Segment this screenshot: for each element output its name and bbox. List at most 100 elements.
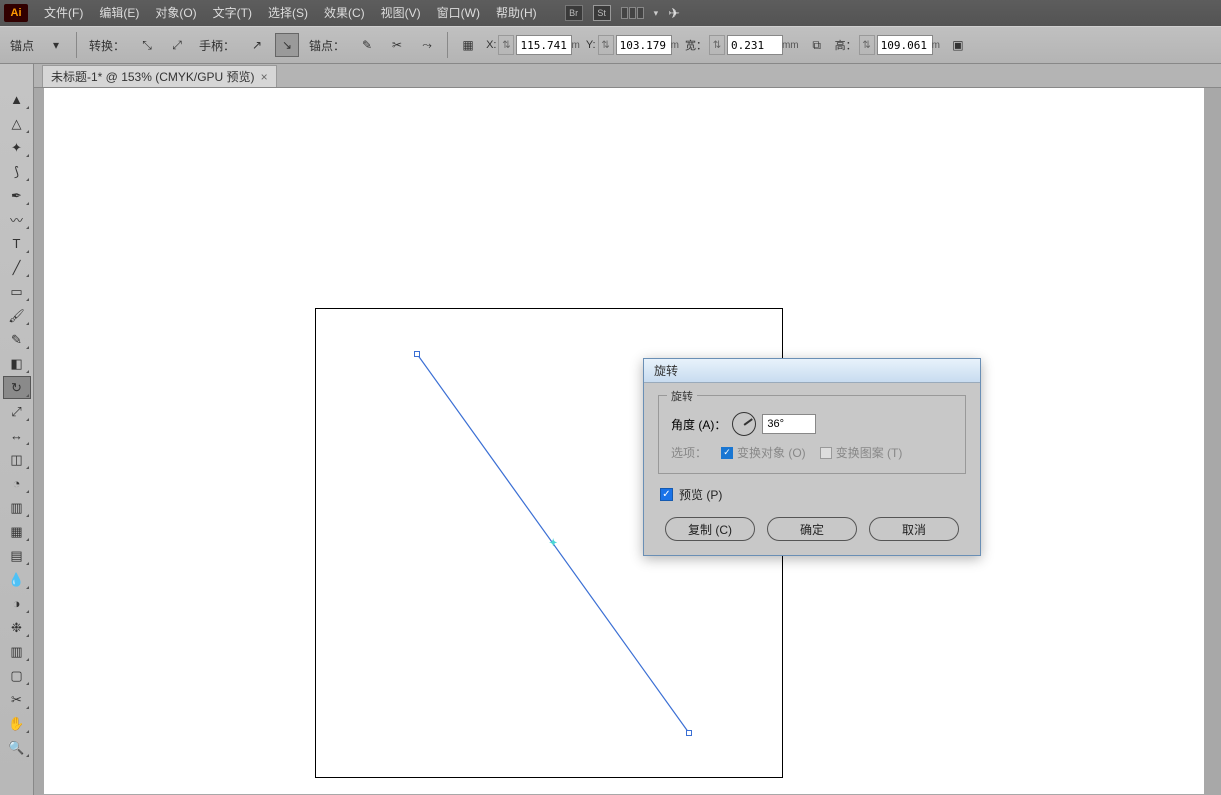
- preview-label: 预览 (P): [679, 486, 722, 503]
- menu-edit[interactable]: 编辑(E): [91, 0, 147, 26]
- menu-file[interactable]: 文件(F): [36, 0, 91, 26]
- tool-zoom[interactable]: 🔍: [3, 736, 31, 759]
- preview-checkbox[interactable]: ✓: [660, 488, 673, 501]
- x-input[interactable]: [516, 35, 572, 55]
- canvas-background: ✦: [44, 88, 1204, 794]
- menu-help[interactable]: 帮助(H): [488, 0, 545, 26]
- transform-objects-label: 变换对象 (O): [737, 444, 806, 461]
- tool-artboard[interactable]: ▢: [3, 664, 31, 687]
- tool-eyedropper[interactable]: 💧: [3, 568, 31, 591]
- h-stepper-icon[interactable]: ⇅: [859, 35, 875, 55]
- convert-smooth-icon[interactable]: ⤢: [165, 33, 189, 57]
- tool-selection[interactable]: ▲: [3, 88, 31, 111]
- fieldset-legend: 旋转: [667, 388, 697, 404]
- isolate-icon[interactable]: ▣: [946, 33, 970, 57]
- rotate-dialog: 旋转 旋转 角度 (A)： 选项： ✓ 变换对象 (O) 变换图案 (T): [643, 358, 981, 556]
- w-label: 宽：: [685, 37, 707, 53]
- document-tab-title: 未标题-1* @ 153% (CMYK/GPU 预览): [51, 68, 255, 85]
- document-tab[interactable]: 未标题-1* @ 153% (CMYK/GPU 预览) ×: [42, 65, 277, 87]
- tool-blend[interactable]: ◑: [3, 592, 31, 615]
- tool-type[interactable]: T: [3, 232, 31, 255]
- dialog-title-bar[interactable]: 旋转: [644, 359, 980, 383]
- link-wh-icon[interactable]: ⧉: [805, 33, 829, 57]
- y-input[interactable]: [616, 35, 672, 55]
- handle-show-icon[interactable]: ↗: [245, 33, 269, 57]
- y-unit: m: [671, 40, 679, 51]
- x-label: X:: [486, 39, 496, 51]
- dialog-title: 旋转: [654, 362, 678, 379]
- checkbox-off-icon: [820, 447, 832, 459]
- cut-path-icon[interactable]: ✂: [385, 33, 409, 57]
- y-field: Y: ⇅ m: [586, 35, 679, 55]
- tool-eraser[interactable]: ◧: [3, 352, 31, 375]
- tool-graph[interactable]: ▥: [3, 640, 31, 663]
- menu-effect[interactable]: 效果(C): [316, 0, 373, 26]
- tool-gradient[interactable]: ▤: [3, 544, 31, 567]
- tool-lasso[interactable]: ⟆: [3, 160, 31, 183]
- y-label: Y:: [586, 39, 596, 51]
- bridge-icon[interactable]: Br: [565, 5, 583, 21]
- menu-view[interactable]: 视图(V): [373, 0, 429, 26]
- app-logo: Ai: [4, 4, 28, 22]
- angle-label: 角度 (A)：: [671, 416, 726, 433]
- menu-window[interactable]: 窗口(W): [429, 0, 488, 26]
- h-unit: m: [932, 40, 940, 51]
- close-tab-icon[interactable]: ×: [261, 70, 268, 84]
- tool-perspective[interactable]: ▥: [3, 496, 31, 519]
- tool-pencil[interactable]: ✎: [3, 328, 31, 351]
- document-tab-bar: ▸▸ 未标题-1* @ 153% (CMYK/GPU 预览) ×: [0, 64, 1221, 88]
- tool-line[interactable]: ╱: [3, 256, 31, 279]
- x-stepper-icon[interactable]: ⇅: [498, 35, 514, 55]
- h-input[interactable]: [877, 35, 933, 55]
- menu-select[interactable]: 选择(S): [260, 0, 316, 26]
- tool-shape-builder[interactable]: ◔: [3, 472, 31, 495]
- menu-type[interactable]: 文字(T): [205, 0, 260, 26]
- tool-free-transform[interactable]: ◫: [3, 448, 31, 471]
- tool-pen[interactable]: ✒: [3, 184, 31, 207]
- tool-direct-select[interactable]: △: [3, 112, 31, 135]
- control-bar: 锚点 ▾ 转换： ⤡ ⤢ 手柄： ↗ ↘ 锚点： ✎ ✂ ⤳ ▦ X: ⇅ m …: [0, 26, 1221, 64]
- tool-rotate[interactable]: ↻: [3, 376, 31, 399]
- tool-width[interactable]: ↔: [3, 424, 31, 447]
- gpu-rocket-icon[interactable]: ✈: [668, 5, 680, 22]
- arrange-documents-icon[interactable]: [621, 7, 644, 19]
- reference-point-icon[interactable]: ▦: [456, 33, 480, 57]
- x-field: X: ⇅ m: [486, 35, 580, 55]
- canvas-area[interactable]: ✦: [34, 88, 1221, 795]
- tool-symbol-sprayer[interactable]: ❉: [3, 616, 31, 639]
- w-unit: mm: [782, 40, 799, 51]
- tool-scale[interactable]: ⤢: [3, 400, 31, 423]
- h-label: 高：: [835, 37, 857, 53]
- tool-curvature[interactable]: 〰: [3, 208, 31, 231]
- w-input[interactable]: [727, 35, 783, 55]
- tool-rectangle[interactable]: ▭: [3, 280, 31, 303]
- h-field: 高： ⇅ m: [835, 35, 940, 55]
- connect-path-icon[interactable]: ⤳: [415, 33, 439, 57]
- ok-button[interactable]: 确定: [767, 517, 857, 541]
- anchor-point-start[interactable]: [414, 351, 420, 357]
- anchor-point-end[interactable]: [686, 730, 692, 736]
- rotation-center-icon[interactable]: ✦: [549, 538, 557, 549]
- tool-brush[interactable]: 🖌: [3, 304, 31, 327]
- y-stepper-icon[interactable]: ⇅: [598, 35, 614, 55]
- tool-slice[interactable]: ✂: [3, 688, 31, 711]
- chevron-down-icon[interactable]: ▾: [654, 8, 659, 19]
- angle-dial-icon[interactable]: [732, 412, 756, 436]
- w-stepper-icon[interactable]: ⇅: [709, 35, 725, 55]
- rotate-fieldset: 旋转 角度 (A)： 选项： ✓ 变换对象 (O) 变换图案 (T): [658, 395, 966, 474]
- tool-hand[interactable]: ✋: [3, 712, 31, 735]
- convert-corner-icon[interactable]: ⤡: [135, 33, 159, 57]
- menu-object[interactable]: 对象(O): [147, 0, 204, 26]
- w-field: 宽： ⇅ mm: [685, 35, 799, 55]
- copy-button[interactable]: 复制 (C): [665, 517, 755, 541]
- remove-anchor-icon[interactable]: ✎: [355, 33, 379, 57]
- angle-input[interactable]: [762, 414, 816, 434]
- tool-mesh[interactable]: ▦: [3, 520, 31, 543]
- anchor-dropdown-icon[interactable]: ▾: [44, 33, 68, 57]
- anchor2-label: 锚点：: [305, 37, 349, 54]
- tool-panel: ▲△✦⟆✒〰T╱▭🖌✎◧↻⤢↔◫◔▥▦▤💧◑❉▥▢✂✋🔍: [0, 64, 34, 795]
- stock-icon[interactable]: St: [593, 5, 611, 21]
- cancel-button[interactable]: 取消: [869, 517, 959, 541]
- tool-magic-wand[interactable]: ✦: [3, 136, 31, 159]
- handle-hide-icon[interactable]: ↘: [275, 33, 299, 57]
